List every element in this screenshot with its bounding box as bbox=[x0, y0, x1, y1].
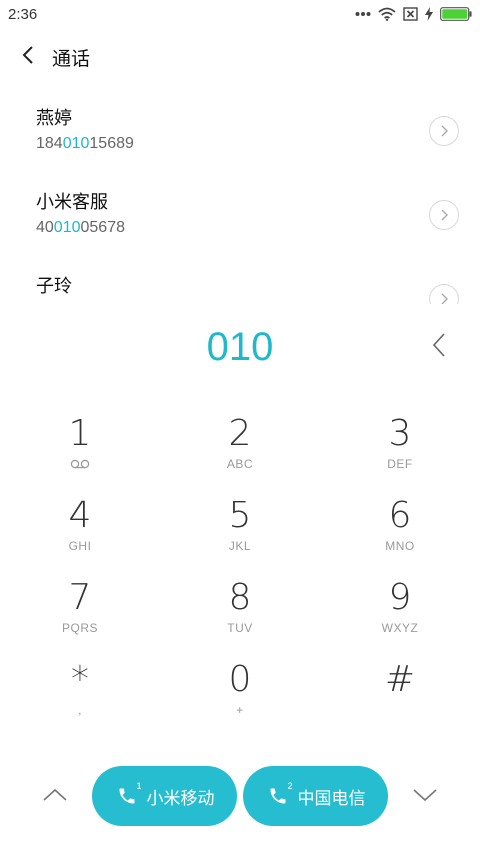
key-6[interactable]: 6 MNO bbox=[320, 494, 480, 576]
chevron-up-icon bbox=[42, 787, 68, 806]
key-7[interactable]: 7 PQRS bbox=[0, 576, 160, 658]
chevron-right-icon bbox=[440, 290, 448, 305]
key-letters: , bbox=[78, 703, 82, 717]
key-digit: 6 bbox=[388, 495, 412, 536]
sim-slot-number: 2 bbox=[287, 781, 293, 791]
key-digit: 0 bbox=[228, 659, 252, 700]
backspace-button[interactable] bbox=[424, 330, 454, 364]
backspace-chevron-icon bbox=[432, 332, 446, 362]
key-2[interactable]: 2 ABC bbox=[160, 412, 320, 494]
chevron-right-icon bbox=[440, 122, 448, 141]
chevron-left-icon bbox=[21, 45, 35, 69]
key-digit: 4 bbox=[68, 495, 92, 536]
no-sim-icon bbox=[403, 7, 418, 21]
collapse-down-button[interactable] bbox=[405, 776, 445, 816]
key-digit: 8 bbox=[228, 577, 252, 618]
battery-icon bbox=[440, 7, 472, 21]
call-sim1-label: 小米移动 bbox=[146, 788, 215, 809]
status-icons bbox=[355, 7, 472, 21]
key-letters: PQRS bbox=[61, 621, 98, 635]
contact-name: 子玲 bbox=[36, 276, 72, 297]
key-letters: TUV bbox=[227, 621, 253, 635]
key-letters: GHI bbox=[68, 539, 92, 553]
call-sim2-button[interactable]: 2 中国电信 bbox=[243, 766, 388, 826]
contact-name: 燕婷 bbox=[36, 108, 72, 129]
match-highlight: 010 bbox=[62, 135, 90, 152]
chevron-down-icon bbox=[412, 787, 438, 806]
key-5[interactable]: 5 JKL bbox=[160, 494, 320, 576]
call-sim1-button[interactable]: 1 小米移动 bbox=[92, 766, 237, 826]
wifi-icon bbox=[378, 7, 396, 21]
back-button[interactable] bbox=[0, 34, 56, 80]
key-3[interactable]: 3 DEF bbox=[320, 412, 480, 494]
dialed-number: 010 bbox=[206, 324, 274, 369]
contact-name: 小米客服 bbox=[36, 192, 108, 213]
charging-bolt-icon bbox=[425, 7, 433, 21]
contact-number: 4001005678 bbox=[36, 219, 125, 236]
key-8[interactable]: 8 TUV bbox=[160, 576, 320, 658]
contact-suggestions-list: 燕婷 18401015689 小米客服 4001005678 子玲 bbox=[0, 92, 480, 304]
key-digit: 7 bbox=[68, 577, 92, 618]
key-letters: ABC bbox=[226, 457, 254, 471]
contact-item[interactable]: 子玲 bbox=[0, 260, 480, 304]
contact-item[interactable]: 燕婷 18401015689 bbox=[0, 92, 480, 176]
phone-icon: 2 bbox=[266, 781, 293, 808]
key-letters: JKL bbox=[228, 539, 252, 553]
key-digit: * bbox=[71, 659, 89, 700]
key-letters: WXYZ bbox=[381, 621, 419, 635]
voicemail-icon bbox=[70, 456, 90, 472]
contact-number: 18401015689 bbox=[36, 135, 134, 152]
match-highlight: 010 bbox=[53, 219, 81, 236]
chevron-right-icon bbox=[440, 206, 448, 225]
contact-item[interactable]: 小米客服 4001005678 bbox=[0, 176, 480, 260]
contact-detail-button[interactable] bbox=[429, 200, 459, 230]
page-title: 通话 bbox=[52, 47, 91, 70]
dialpad: 1 2 ABC 3 DEF 4 GHI 5 JKL 6 MNO 7 PQRS 8… bbox=[0, 412, 480, 742]
key-letters: + bbox=[236, 703, 244, 717]
key-digit: 3 bbox=[388, 413, 412, 454]
key-0[interactable]: 0 + bbox=[160, 658, 320, 740]
call-sim2-label: 中国电信 bbox=[297, 788, 366, 809]
key-digit: 2 bbox=[228, 413, 252, 454]
dial-display: 010 bbox=[0, 318, 480, 376]
key-9[interactable]: 9 WXYZ bbox=[320, 576, 480, 658]
key-letters: DEF bbox=[387, 457, 413, 471]
key-4[interactable]: 4 GHI bbox=[0, 494, 160, 576]
header: 通话 bbox=[0, 34, 480, 80]
call-bar: 1 小米移动 2 中国电信 bbox=[0, 766, 480, 826]
more-dots-icon bbox=[355, 11, 371, 17]
key-digit: # bbox=[384, 659, 416, 700]
sim-slot-number: 1 bbox=[136, 781, 142, 791]
key-digit: 1 bbox=[68, 413, 92, 454]
status-bar: 2:36 bbox=[0, 0, 480, 28]
phone-icon: 1 bbox=[115, 781, 142, 808]
contact-detail-button[interactable] bbox=[429, 116, 459, 146]
key-digit: 5 bbox=[228, 495, 252, 536]
status-time: 2:36 bbox=[8, 5, 38, 23]
key-letters: MNO bbox=[385, 539, 415, 553]
key-digit: 9 bbox=[388, 577, 412, 618]
expand-up-button[interactable] bbox=[35, 776, 75, 816]
key-hash[interactable]: # bbox=[320, 658, 480, 740]
key-1[interactable]: 1 bbox=[0, 412, 160, 494]
key-star[interactable]: * , bbox=[0, 658, 160, 740]
